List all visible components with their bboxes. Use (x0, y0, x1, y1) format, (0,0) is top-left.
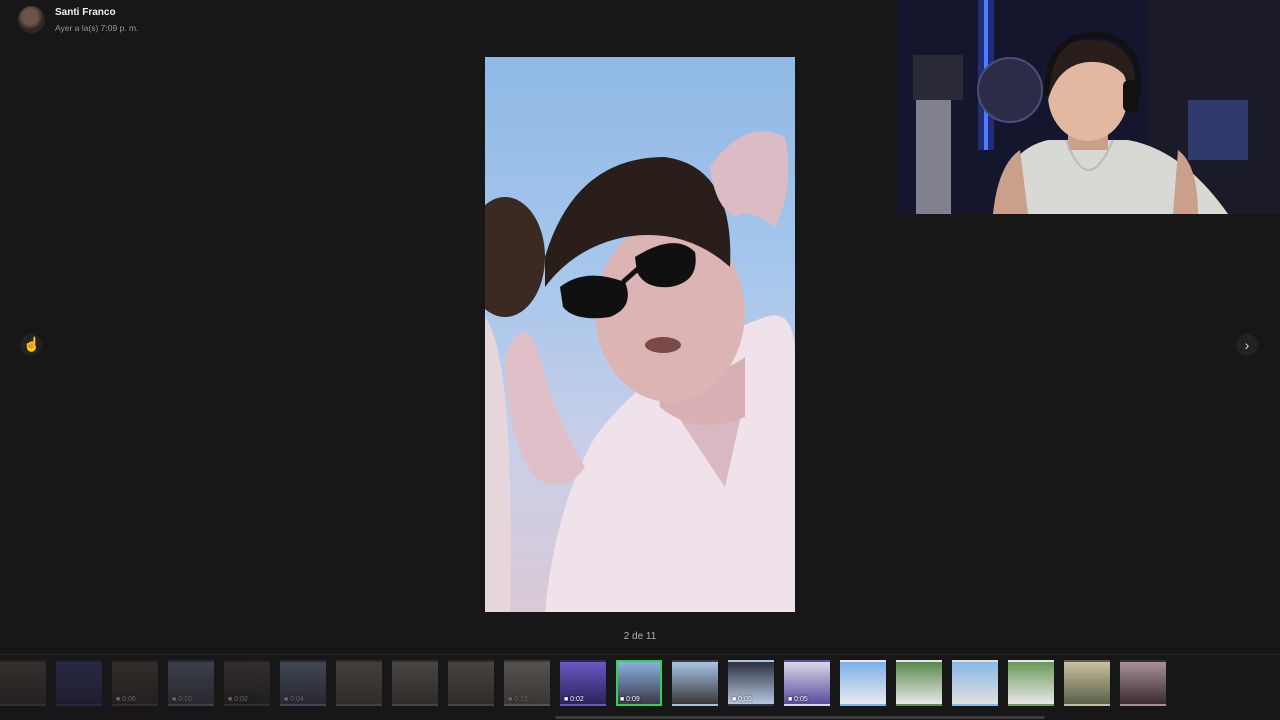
sender-name[interactable]: Santi Franco (55, 7, 138, 18)
thumbnail-scrollbar[interactable] (555, 716, 1045, 719)
video-thumbnail[interactable]: ■ 0:05 (784, 660, 830, 706)
avatar[interactable] (18, 6, 45, 33)
video-duration-label: ■ 0:15 (508, 696, 528, 703)
photo-thumbnail[interactable] (336, 660, 382, 706)
video-duration-label: ■ 0:05 (732, 696, 752, 703)
photo-thumbnail[interactable] (1064, 660, 1110, 706)
timestamp: Ayer a la(s) 7:09 p. m. (55, 23, 139, 33)
webcam-overlay (898, 0, 1280, 214)
media-counter: 2 de 11 (623, 631, 657, 642)
photo-thumbnail[interactable] (0, 660, 46, 706)
video-thumbnail[interactable]: ■ 0:10 (168, 660, 214, 706)
video-duration-label: ■ 0:04 (284, 696, 304, 703)
video-duration-label: ■ 0:02 (564, 696, 584, 703)
chevron-right-icon: › (1244, 337, 1250, 353)
webcam-image (898, 0, 1280, 214)
photo-thumbnail[interactable] (672, 660, 718, 706)
photo-thumbnail[interactable] (896, 660, 942, 706)
photo-thumbnail[interactable] (1008, 660, 1054, 706)
video-duration-label: ■ 0:09 (620, 696, 640, 703)
video-duration-label: ■ 0:10 (172, 696, 192, 703)
video-duration-label: ■ 0:06 (116, 696, 136, 703)
photo-thumbnail[interactable] (392, 660, 438, 706)
video-duration-label: ■ 0:05 (788, 696, 808, 703)
strip-divider (0, 654, 1280, 655)
video-thumbnail[interactable]: ■ 0:06 (112, 660, 158, 706)
photo-thumbnail[interactable] (840, 660, 886, 706)
video-thumbnail[interactable]: ■ 0:09 (616, 660, 662, 706)
message-header: Santi Franco Ayer a la(s) 7:09 p. m. (18, 6, 138, 33)
next-button[interactable]: › (1236, 334, 1258, 356)
photo-thumbnail[interactable] (56, 660, 102, 706)
main-media-video[interactable] (485, 57, 795, 612)
photo-thumbnail[interactable] (448, 660, 494, 706)
video-thumbnail[interactable]: ■ 0:02 (560, 660, 606, 706)
photo-thumbnail[interactable] (952, 660, 998, 706)
video-thumbnail[interactable]: ■ 0:15 (504, 660, 550, 706)
video-frame-image (485, 131, 795, 612)
sender-info: Santi Franco Ayer a la(s) 7:09 p. m. (55, 6, 138, 33)
hand-cursor-icon: ☝ (23, 336, 41, 352)
video-thumbnail[interactable]: ■ 0:02 (224, 660, 270, 706)
video-thumbnail[interactable]: ■ 0:04 (280, 660, 326, 706)
video-duration-label: ■ 0:02 (228, 696, 248, 703)
thumbnail-strip: ■ 0:06 ■ 0:10 ■ 0:02 ■ 0:04 ■ 0:15 ■ 0:02 ■ 0:… (0, 660, 1280, 710)
photo-thumbnail[interactable] (1120, 660, 1166, 706)
video-thumbnail[interactable]: ■ 0:05 (728, 660, 774, 706)
